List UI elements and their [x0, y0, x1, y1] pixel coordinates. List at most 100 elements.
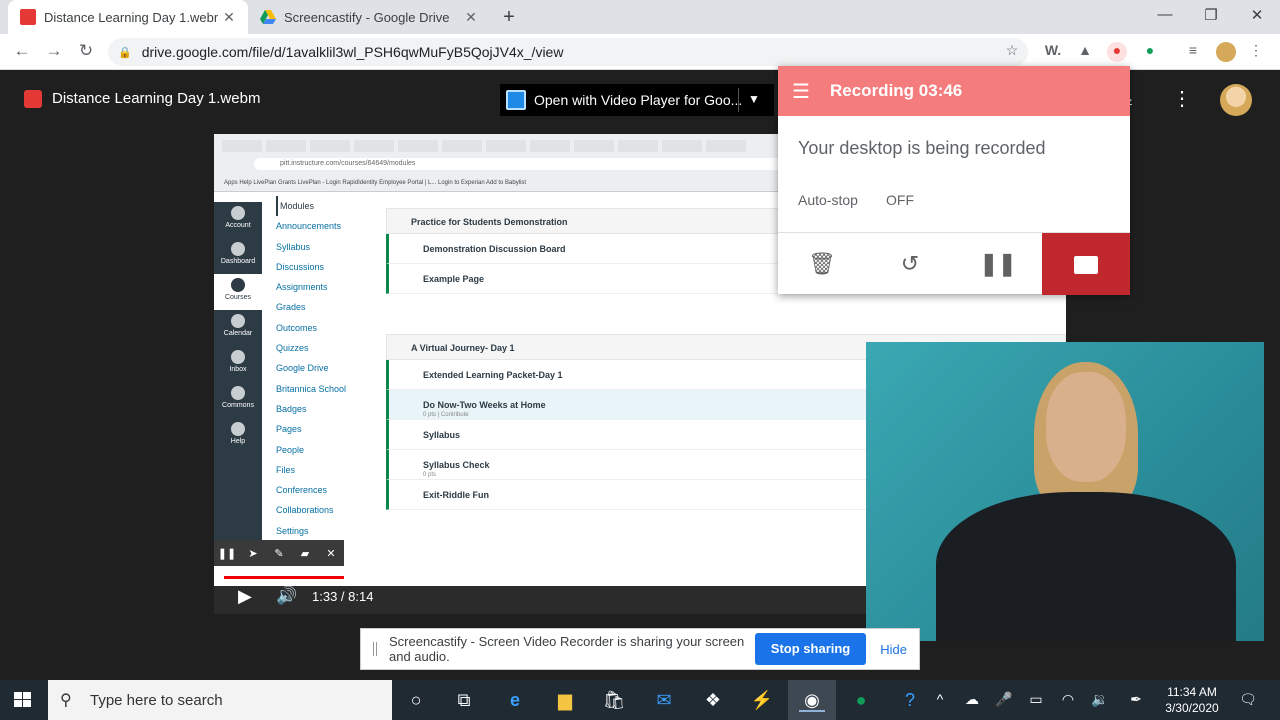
tab-strip: Distance Learning Day 1.webm ✕ Screencas…: [0, 0, 1280, 34]
open-with-button[interactable]: Open with Video Player for Goo... ▼: [500, 84, 774, 116]
nav-inbox: Inbox: [214, 346, 262, 382]
nav-calendar: Calendar: [214, 310, 262, 346]
file-title: Distance Learning Day 1.webm: [52, 90, 261, 107]
stop-icon[interactable]: [1042, 233, 1130, 295]
lock-icon: 🔒: [118, 46, 132, 59]
screencastify-extension-icon[interactable]: ●: [1107, 42, 1127, 62]
video-time: 1:33 / 8:14: [312, 589, 374, 604]
autostop-value[interactable]: OFF: [886, 192, 914, 208]
task-view-icon[interactable]: ⧉: [451, 688, 477, 712]
clock-date: 3/30/2020: [1165, 701, 1219, 715]
help-icon[interactable]: ?: [897, 688, 923, 712]
sharing-message: Screencastify - Screen Video Recorder is…: [389, 634, 745, 664]
video-progress-bar[interactable]: [224, 576, 864, 579]
edge-icon[interactable]: e: [502, 688, 528, 712]
app-icon[interactable]: ⚡: [749, 688, 775, 712]
clock[interactable]: 11:34 AM 3/30/2020: [1160, 684, 1224, 716]
video-player-icon: [506, 90, 526, 110]
back-icon[interactable]: ←: [10, 41, 34, 61]
account-avatar[interactable]: [1220, 84, 1252, 116]
pause-icon: ❚❚: [217, 547, 237, 560]
drive-icon: [260, 10, 276, 24]
webcam-overlay: [866, 342, 1264, 641]
close-icon: ✕: [326, 547, 336, 560]
close-tab-icon[interactable]: ✕: [460, 9, 482, 26]
close-tab-icon[interactable]: ✕: [218, 9, 240, 26]
video-favicon-icon: [20, 9, 36, 25]
menu-icon[interactable]: ☰: [792, 79, 818, 104]
course-nav: Modules Announcements Syllabus Discussio…: [276, 196, 386, 541]
w-extension-icon[interactable]: W.: [1043, 42, 1063, 62]
chrome-menu-icon[interactable]: ⋮: [1246, 42, 1266, 62]
more-options-icon[interactable]: ⋮: [1172, 86, 1192, 111]
screencastify-popup: ☰ Recording 03:46 Your desktop is being …: [778, 66, 1130, 295]
nav-help: Help: [214, 418, 262, 454]
forward-icon[interactable]: →: [42, 41, 66, 61]
volume-icon[interactable]: 🔉: [1090, 691, 1110, 708]
taskbar-search[interactable]: ⚲ Type here to search: [48, 680, 392, 720]
profile-avatar[interactable]: [1216, 42, 1236, 62]
pen-icon[interactable]: ✒: [1126, 691, 1146, 708]
new-tab-button[interactable]: +: [498, 6, 520, 29]
tray-chevron-icon[interactable]: ^: [930, 691, 950, 707]
battery-icon[interactable]: ▭: [1026, 691, 1046, 708]
play-icon[interactable]: ▶: [238, 586, 252, 607]
tab-drive[interactable]: Screencastify - Google Drive ✕: [250, 0, 490, 34]
eraser-icon: ▰: [300, 547, 310, 560]
browser-toolbar: ← → ↻ 🔒 drive.google.com/file/d/1avalkli…: [0, 34, 1280, 70]
hangouts-icon[interactable]: ●: [848, 688, 874, 712]
clock-time: 11:34 AM: [1167, 685, 1217, 699]
url-text: drive.google.com/file/d/1avalklil3wl_PSH…: [141, 44, 564, 60]
nav-commons: Commons: [214, 382, 262, 418]
bookmark-star-icon[interactable]: ☆: [1002, 42, 1022, 62]
store-icon[interactable]: 🛍: [601, 688, 627, 712]
video-file-icon: [24, 90, 42, 108]
tab-title: Screencastify - Google Drive: [284, 9, 450, 25]
nav-courses: Courses: [214, 274, 262, 310]
drive-extension-icon[interactable]: ▲: [1075, 42, 1095, 62]
autostop-label: Auto-stop: [798, 192, 858, 208]
trash-icon[interactable]: 🗑: [778, 233, 866, 295]
restart-icon[interactable]: ↺: [866, 233, 954, 295]
search-placeholder: Type here to search: [90, 691, 223, 709]
canvas-global-nav: Account Dashboard Courses Calendar Inbox…: [214, 202, 262, 542]
address-bar[interactable]: 🔒 drive.google.com/file/d/1avalklil3wl_P…: [108, 38, 1028, 66]
recording-controls: 🗑 ↺ ❚❚: [778, 232, 1130, 295]
hide-button[interactable]: Hide: [868, 642, 919, 657]
volume-icon[interactable]: 🔊: [276, 586, 297, 606]
chevron-down-icon[interactable]: ▼: [748, 92, 760, 106]
windows-start-icon[interactable]: [14, 692, 32, 708]
cursor-icon: ➤: [248, 547, 258, 560]
nav-dashboard: Dashboard: [214, 238, 262, 274]
onedrive-icon[interactable]: ☁: [962, 691, 982, 708]
reload-icon[interactable]: ↻: [74, 41, 98, 61]
tab-video[interactable]: Distance Learning Day 1.webm ✕: [8, 0, 248, 34]
recording-title: Recording 03:46: [830, 81, 963, 100]
notifications-icon[interactable]: 🗨: [1238, 691, 1258, 708]
video-progress-fill: [224, 576, 345, 579]
minimize-button[interactable]: —: [1150, 6, 1180, 23]
annotation-toolbar: ❚❚ ➤ ✎ ▰ ✕: [214, 540, 344, 566]
mail-icon[interactable]: ✉: [651, 688, 677, 712]
windows-taskbar: ⚲ Type here to search ○ ⧉ e ▆ 🛍 ✉ ❖ ⚡ ◉ …: [0, 680, 1280, 720]
drag-handle[interactable]: [373, 642, 377, 656]
restore-button[interactable]: ❐: [1196, 6, 1226, 24]
recording-message: Your desktop is being recorded: [798, 138, 1046, 158]
hangouts-extension-icon[interactable]: ●: [1140, 42, 1160, 62]
search-icon: ⚲: [60, 692, 72, 709]
chrome-icon[interactable]: ◉: [799, 688, 825, 712]
wifi-icon[interactable]: ◠: [1058, 691, 1078, 708]
dropbox-icon[interactable]: ❖: [700, 688, 726, 712]
nav-account: Account: [214, 202, 262, 238]
microphone-icon[interactable]: 🎤: [994, 691, 1014, 708]
stop-sharing-button[interactable]: Stop sharing: [754, 633, 867, 665]
recording-header: ☰ Recording 03:46: [778, 66, 1130, 116]
close-window-button[interactable]: ✕: [1242, 6, 1272, 24]
file-explorer-icon[interactable]: ▆: [552, 688, 578, 712]
tab-title: Distance Learning Day 1.webm: [44, 9, 218, 25]
reading-list-icon[interactable]: ≡: [1183, 42, 1203, 62]
open-with-label: Open with Video Player for Goo...: [534, 92, 743, 108]
pause-icon[interactable]: ❚❚: [954, 233, 1042, 295]
cortana-icon[interactable]: ○: [403, 688, 429, 712]
pen-icon: ✎: [274, 547, 284, 560]
